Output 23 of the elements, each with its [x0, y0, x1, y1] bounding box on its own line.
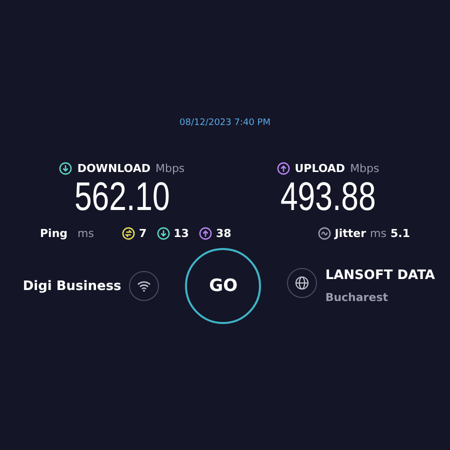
jitter-value: 5.1 — [390, 227, 410, 240]
globe-icon — [287, 268, 318, 298]
jitter-label: Jitter — [334, 227, 366, 240]
ping-value: 13 — [174, 227, 189, 240]
speed-value: 562.10 — [74, 175, 170, 219]
go-button[interactable]: GO — [185, 248, 262, 324]
provider-name: Digi Business — [22, 278, 122, 294]
wifi-icon — [129, 271, 160, 301]
unit-label: Mbps — [155, 162, 185, 175]
ping-value: 38 — [216, 227, 232, 240]
swap-arrows-icon — [122, 227, 135, 240]
unit-label: ms — [78, 227, 94, 240]
test-timestamp: 08/12/2023 7:40 PM — [180, 118, 270, 128]
ping-label: Ping — [40, 227, 68, 240]
server-location: Bucharest — [325, 291, 389, 304]
unit-label: ms — [370, 227, 386, 240]
ping-value: 7 — [139, 227, 147, 240]
unit-label: Mbps — [350, 162, 380, 175]
server-name: LANSOFT DATA — [325, 268, 435, 283]
result-label: DOWNLOAD — [77, 162, 150, 175]
speed-value: 493.88 — [280, 175, 376, 219]
result-label: UPLOAD — [294, 162, 346, 175]
wave-icon — [318, 227, 331, 240]
